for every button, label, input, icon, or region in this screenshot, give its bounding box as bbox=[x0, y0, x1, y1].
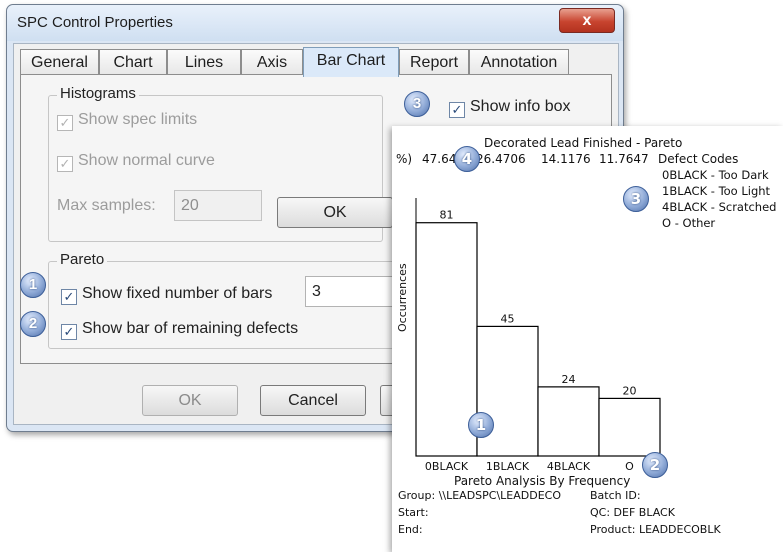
show-normal-curve-checkbox[interactable]: ✓ bbox=[57, 156, 73, 172]
histograms-group: Histograms ✓ Show spec limits ✓ Show norma… bbox=[48, 85, 393, 242]
cancel-button[interactable]: Cancel bbox=[260, 385, 366, 416]
callout-badge-1: 1 bbox=[20, 272, 46, 298]
callout-badge-3-chart: 3 bbox=[623, 186, 649, 212]
pareto-bar bbox=[598, 397, 661, 457]
show-fixed-bars-row[interactable]: ✓ Show fixed number of bars bbox=[61, 284, 272, 306]
tab-axis[interactable]: Axis bbox=[241, 49, 303, 76]
histogram-ok-button[interactable]: OK bbox=[277, 197, 393, 228]
close-icon: x bbox=[582, 12, 592, 29]
info-start: Start: bbox=[398, 506, 429, 519]
check-icon: ✓ bbox=[451, 102, 463, 117]
tab-annotation[interactable]: Annotation bbox=[469, 49, 569, 76]
pareto-chart-panel: Decorated Lead Finished - Pareto %) 47.6… bbox=[392, 126, 783, 552]
show-spec-limits-label: Show spec limits bbox=[78, 111, 198, 128]
close-button[interactable]: x bbox=[559, 8, 615, 33]
fixed-bars-input[interactable]: 3 bbox=[305, 276, 395, 307]
info-product: Product: LEADDECOBLK bbox=[590, 523, 721, 536]
bar-value-label: 45 bbox=[501, 312, 515, 325]
show-normal-curve-label: Show normal curve bbox=[78, 152, 215, 169]
tab-report[interactable]: Report bbox=[399, 49, 469, 76]
pareto-group: Pareto ✓ Show fixed number of bars 3 ✓ Sho… bbox=[48, 251, 408, 349]
tab-chart[interactable]: Chart bbox=[99, 49, 167, 76]
max-samples-label: Max samples: bbox=[57, 197, 156, 214]
tab-bar-chart[interactable]: Bar Chart bbox=[303, 47, 399, 77]
show-remaining-checkbox[interactable]: ✓ bbox=[61, 324, 77, 340]
callout-badge-3: 3 bbox=[404, 91, 430, 117]
info-end: End: bbox=[398, 523, 423, 536]
callout-badge-4: 4 bbox=[454, 146, 480, 172]
x-axis-title: Pareto Analysis By Frequency bbox=[454, 474, 631, 488]
callout-badge-1-chart: 1 bbox=[468, 412, 494, 438]
y-axis-title: Occurrences bbox=[396, 263, 409, 332]
show-fixed-bars-label: Show fixed number of bars bbox=[82, 285, 273, 302]
x-tick-label: 4BLACK bbox=[547, 460, 591, 473]
pareto-bar bbox=[537, 386, 600, 457]
check-icon: ✓ bbox=[59, 115, 71, 130]
show-fixed-bars-checkbox[interactable]: ✓ bbox=[61, 289, 77, 305]
check-icon: ✓ bbox=[59, 156, 71, 171]
tab-lines[interactable]: Lines bbox=[167, 49, 241, 76]
callout-badge-2: 2 bbox=[20, 311, 46, 337]
show-normal-curve-row[interactable]: ✓ Show normal curve bbox=[57, 151, 215, 173]
callout-badge-2-chart: 2 bbox=[642, 452, 668, 478]
tab-general[interactable]: General bbox=[20, 49, 99, 76]
ok-button[interactable]: OK bbox=[142, 385, 238, 416]
info-qc: QC: DEF BLACK bbox=[590, 506, 675, 519]
info-group: Group: \\LEADSPC\LEADDECO bbox=[398, 489, 562, 502]
show-remaining-label: Show bar of remaining defects bbox=[82, 320, 299, 337]
bar-value-label: 20 bbox=[623, 384, 637, 397]
show-info-box-row[interactable]: ✓ Show info box bbox=[449, 97, 571, 119]
bar-value-label: 24 bbox=[562, 373, 576, 386]
check-icon: ✓ bbox=[63, 289, 75, 304]
show-remaining-row[interactable]: ✓ Show bar of remaining defects bbox=[61, 319, 298, 341]
info-batch: Batch ID: bbox=[590, 489, 641, 502]
show-info-box-label: Show info box bbox=[470, 98, 571, 115]
x-tick-label: 1BLACK bbox=[486, 460, 530, 473]
x-tick-label: 0BLACK bbox=[425, 460, 469, 473]
show-spec-limits-row[interactable]: ✓ Show spec limits bbox=[57, 110, 197, 132]
show-spec-limits-checkbox[interactable]: ✓ bbox=[57, 115, 73, 131]
max-samples-input[interactable]: 20 bbox=[174, 190, 262, 221]
histograms-group-label: Histograms bbox=[57, 85, 139, 102]
show-info-box-checkbox[interactable]: ✓ bbox=[449, 102, 465, 118]
title-bar[interactable]: SPC Control Properties x bbox=[7, 5, 623, 41]
dialog-title: SPC Control Properties bbox=[17, 14, 173, 31]
bar-value-label: 81 bbox=[440, 209, 454, 222]
pareto-group-label: Pareto bbox=[57, 251, 108, 268]
check-icon: ✓ bbox=[63, 324, 75, 339]
x-tick-label: O bbox=[625, 460, 634, 473]
